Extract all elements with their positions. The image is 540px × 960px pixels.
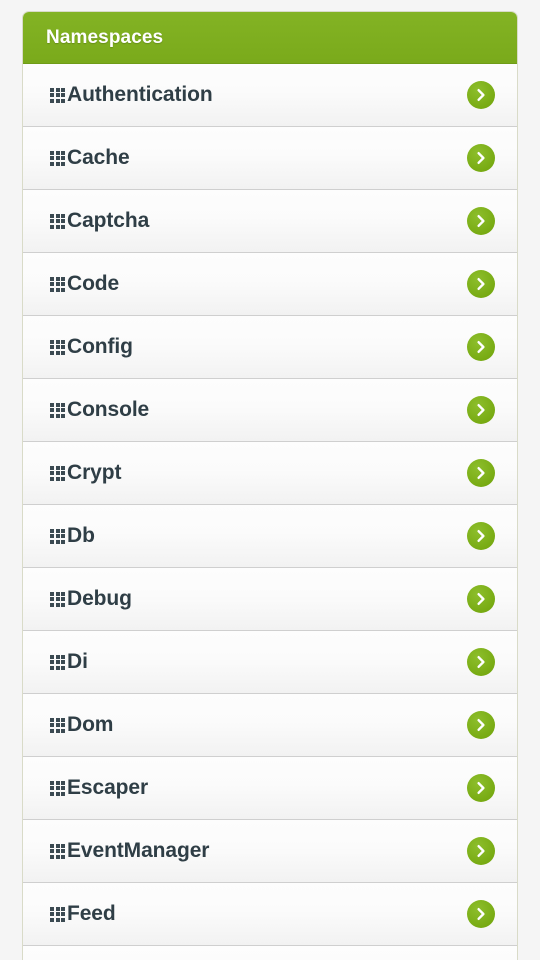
grid-icon [50,843,65,859]
list-item[interactable]: Cache [23,127,517,190]
list-item[interactable]: Config [23,316,517,379]
chevron-right-icon[interactable] [467,333,495,361]
chevron-right-icon[interactable] [467,585,495,613]
grid-icon [50,654,65,670]
chevron-right-icon[interactable] [467,144,495,172]
chevron-right-icon[interactable] [467,648,495,676]
grid-icon [50,150,65,166]
list-item[interactable]: Crypt [23,442,517,505]
list-item[interactable]: Dom [23,694,517,757]
list-item-label: Escaper [67,776,149,799]
chevron-right-icon[interactable] [467,522,495,550]
list-item-label: Dom [67,713,114,736]
list-item[interactable]: Debug [23,568,517,631]
list-item-label: Code [67,272,120,295]
list-item[interactable]: Code [23,253,517,316]
list-item[interactable]: Console [23,379,517,442]
grid-icon [50,276,65,292]
list-item[interactable]: Captcha [23,190,517,253]
namespace-list: Authentication Cache Captcha Code Config… [23,64,517,960]
grid-icon [50,339,65,355]
list-item-label: Di [67,650,88,673]
grid-icon [50,780,65,796]
list-item-label: Captcha [67,209,150,232]
panel-header: Namespaces [23,12,517,64]
list-item-label: Db [67,524,95,547]
list-item[interactable]: Escaper [23,757,517,820]
grid-icon [50,528,65,544]
list-item-label: Console [67,398,150,421]
list-item-label: Debug [67,587,132,610]
chevron-right-icon[interactable] [467,900,495,928]
chevron-right-icon[interactable] [467,459,495,487]
grid-icon [50,591,65,607]
list-item-label: Authentication [67,83,213,106]
namespaces-panel: Namespaces Authentication Cache Captcha [22,11,518,960]
chevron-right-icon[interactable] [467,711,495,739]
chevron-right-icon[interactable] [467,396,495,424]
chevron-right-icon[interactable] [467,270,495,298]
grid-icon [50,717,65,733]
grid-icon [50,402,65,418]
page-title: Namespaces [46,26,164,48]
list-item[interactable]: Db [23,505,517,568]
list-item[interactable]: Feed [23,883,517,946]
list-item-label: Cache [67,146,130,169]
grid-icon [50,906,65,922]
grid-icon [50,87,65,103]
list-item-label: EventManager [67,839,210,862]
chevron-right-icon[interactable] [467,837,495,865]
list-item-label: Crypt [67,461,122,484]
list-item[interactable]: Authentication [23,64,517,127]
app-root: Namespaces Authentication Cache Captcha [0,0,540,960]
chevron-right-icon[interactable] [467,81,495,109]
chevron-right-icon[interactable] [467,207,495,235]
chevron-right-icon[interactable] [467,774,495,802]
grid-icon [50,213,65,229]
grid-icon [50,465,65,481]
list-item-label: Feed [67,902,116,925]
list-item[interactable]: Di [23,631,517,694]
list-item-label: Config [67,335,133,358]
list-item-partial[interactable] [23,946,517,960]
list-item[interactable]: EventManager [23,820,517,883]
